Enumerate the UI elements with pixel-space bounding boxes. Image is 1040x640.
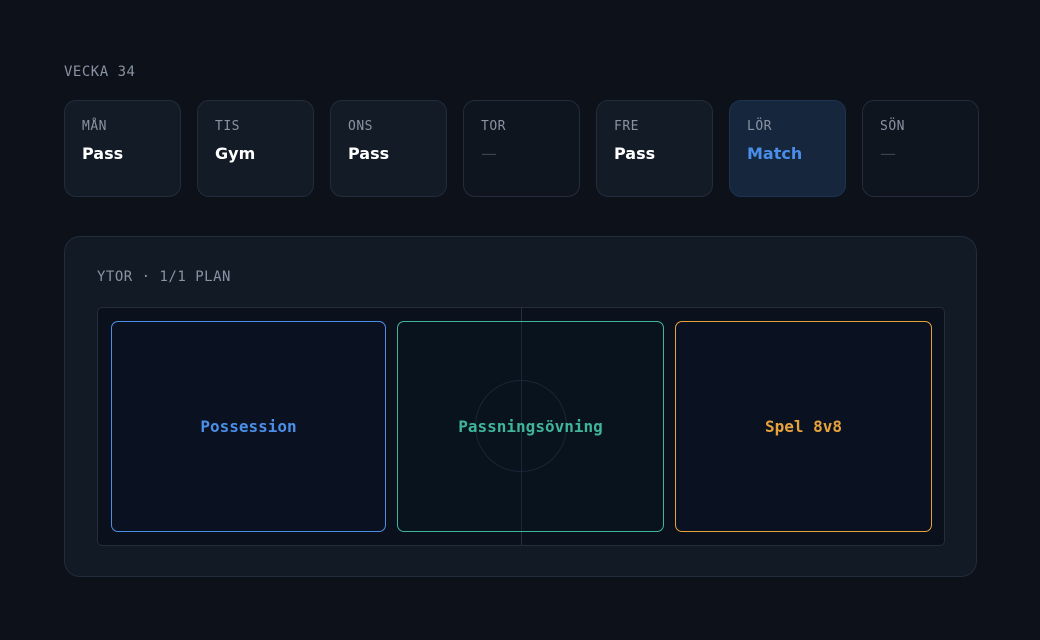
day-activity: Pass [82,144,124,163]
zone-label: Possession [200,417,297,436]
day-activity: — [880,144,896,163]
day-name: ONS [348,119,373,134]
day-card-thursday[interactable]: TOR — [463,100,580,197]
day-card-monday[interactable]: MÅN Pass [64,100,181,197]
day-name: TIS [215,119,240,134]
day-name: TOR [481,119,506,134]
areas-title: YTOR · 1/1 PLAN [97,269,231,285]
day-name: MÅN [82,119,107,134]
day-activity: Pass [614,144,656,163]
day-card-saturday[interactable]: LÖR Match [729,100,846,197]
day-activity: Pass [348,144,390,163]
zone-label: Spel 8v8 [764,417,843,436]
day-card-friday[interactable]: FRE Pass [596,100,713,197]
day-activity: — [481,144,497,163]
zone-label: Passningsövning [458,417,603,436]
day-activity: Gym [215,144,256,163]
pitch: Possession Passningsövning Spel 8v8 [97,307,945,546]
zone-possession[interactable]: Possession [111,321,386,532]
day-card-tuesday[interactable]: TIS Gym [197,100,314,197]
zone-game-8v8[interactable]: Spel 8v8 [675,321,932,532]
day-name: SÖN [880,119,905,134]
zone-passing-drill[interactable]: Passningsövning [397,321,664,532]
day-activity: Match [747,144,803,163]
areas-panel: YTOR · 1/1 PLAN Possession Passningsövni… [64,236,977,577]
week-days: MÅN Pass TIS Gym ONS Pass TOR — FRE Pass… [64,100,979,197]
day-name: LÖR [747,119,772,134]
day-name: FRE [614,119,639,134]
week-label: VECKA 34 [64,64,136,80]
day-card-wednesday[interactable]: ONS Pass [330,100,447,197]
day-card-sunday[interactable]: SÖN — [862,100,979,197]
